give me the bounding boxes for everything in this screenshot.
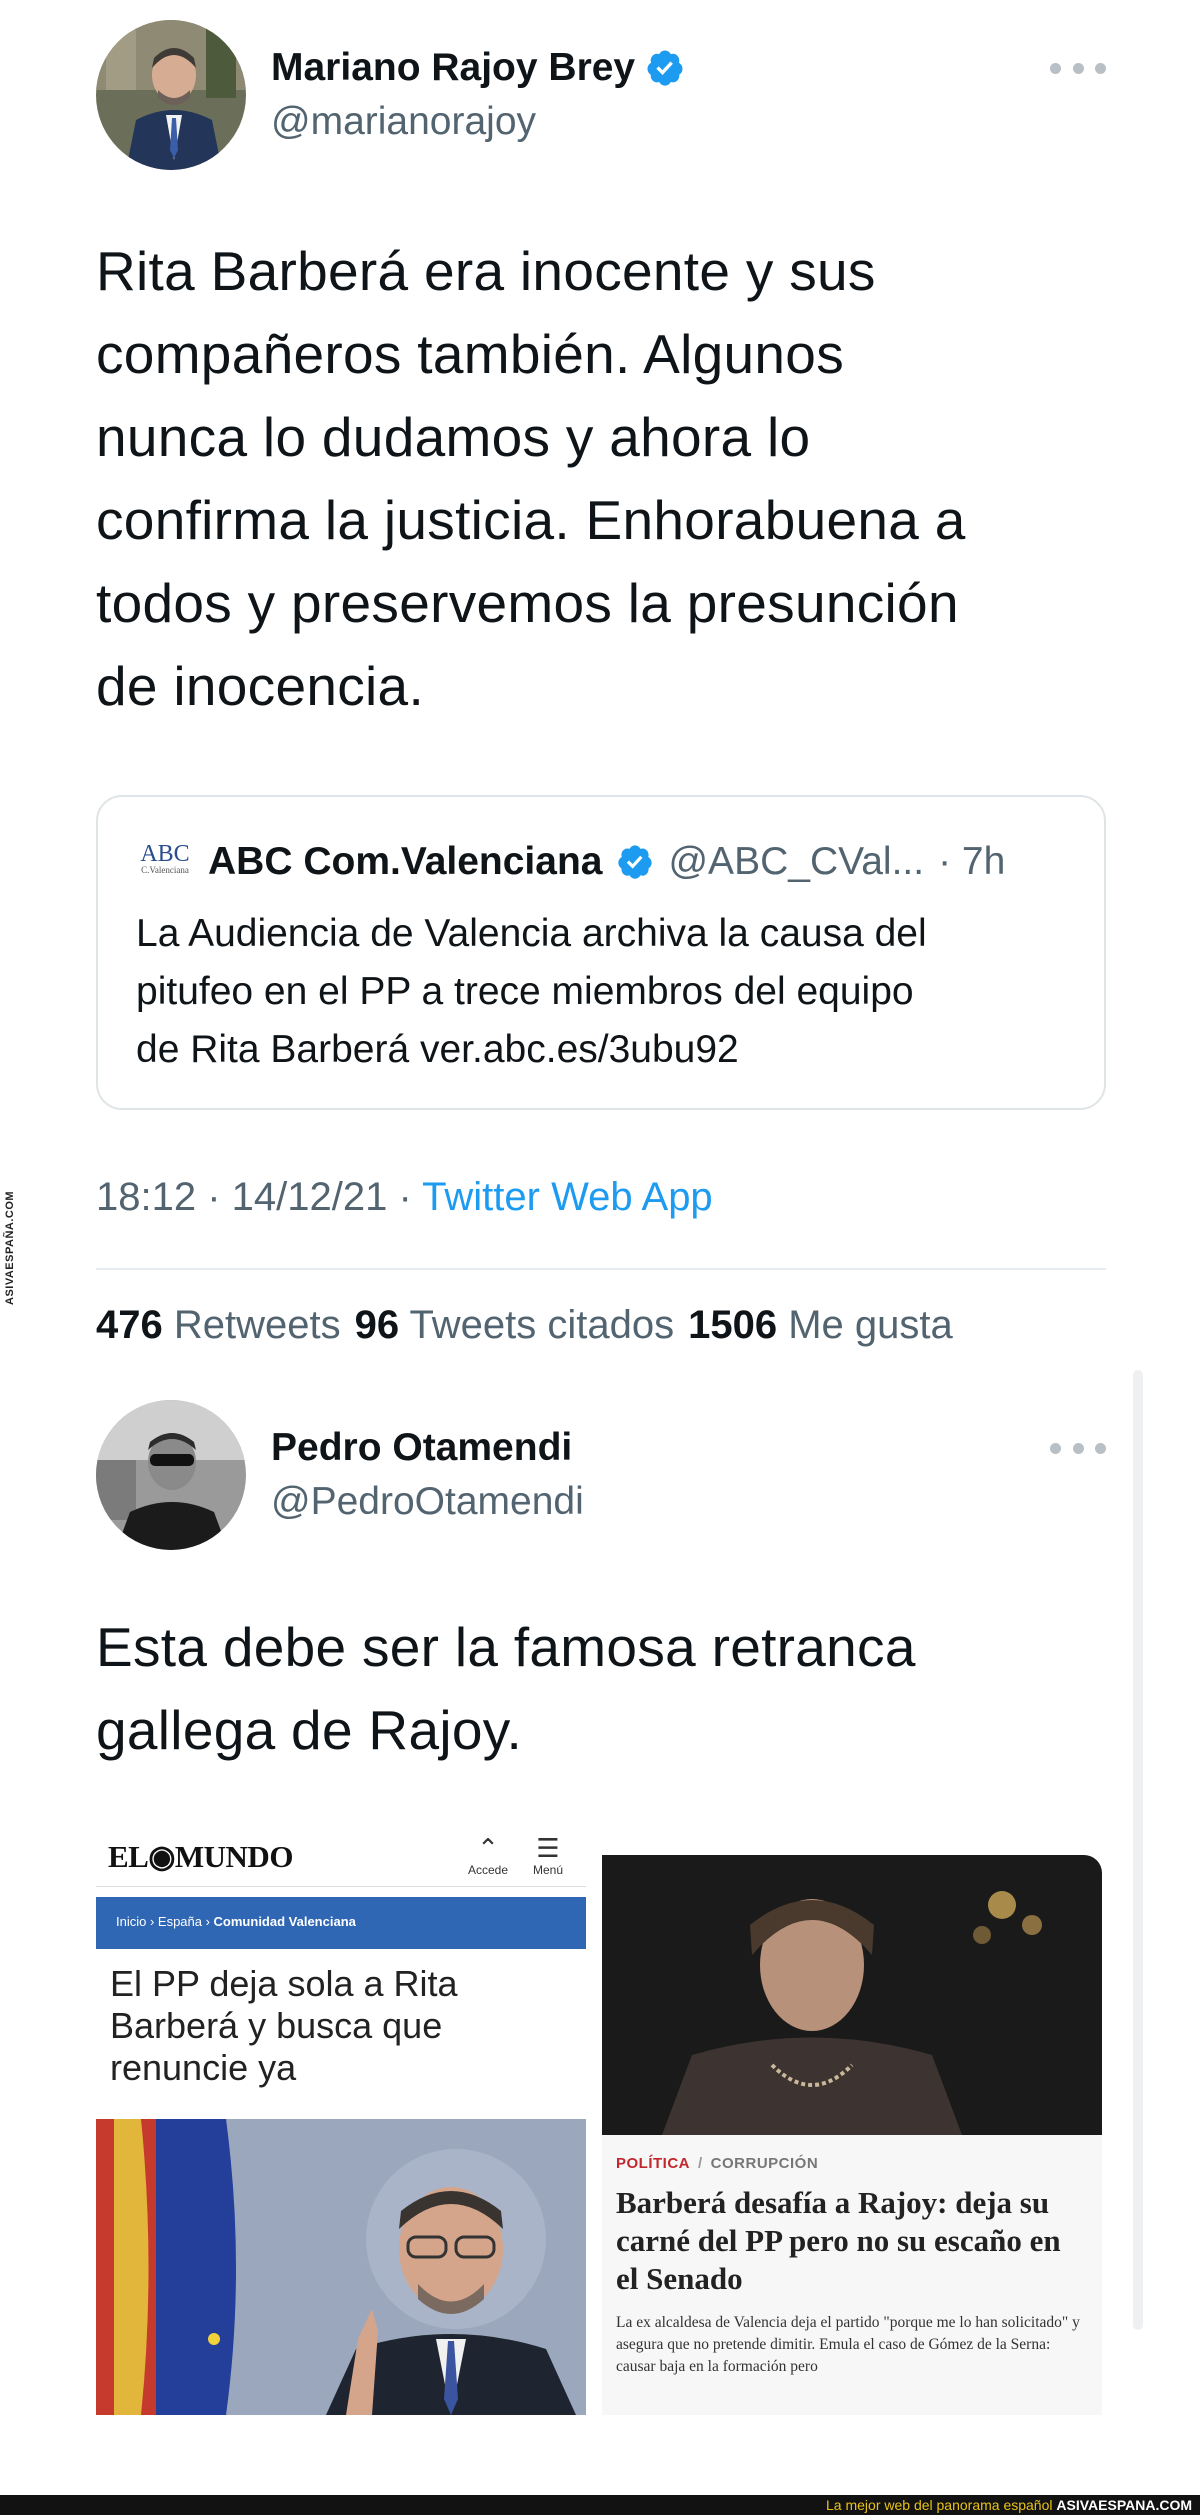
more-icon[interactable] [1050,58,1106,78]
author-name-text: Pedro Otamendi [271,1426,573,1469]
tweet-source-link[interactable]: Twitter Web App [422,1175,713,1219]
likes-stat[interactable]: 1506 Me gusta [688,1303,953,1348]
article-lede: La ex alcaldesa de Valencia deja el part… [616,2314,1080,2375]
verified-badge-icon [618,845,653,879]
elmundo-header: EL◉MUNDO ⌃ Accede ☰ Menú [96,1825,586,1887]
quoted-text-line: de Rita Barberá ver.abc.es/3ubu92 [136,1028,739,1071]
author-name[interactable]: Pedro Otamendi [271,1426,572,1470]
elmundo-logo: EL◉MUNDO [108,1839,293,1874]
tweet-meta: 18:12 · 14/12/21 · Twitter Web App [96,1175,713,1220]
author-name[interactable]: Mariano Rajoy Brey [271,46,685,90]
tweet-text-line: de inocencia. [96,655,425,717]
tweet-text-line: confirma la justicia. Enhorabuena a [96,489,966,551]
quotes-stat[interactable]: 96 Tweets citados [355,1303,674,1348]
divider [96,1268,1106,1270]
tweet-text-line: compañeros también. Algunos [96,323,844,385]
tweet-text: Rita Barberá era inocente y sus compañer… [96,230,1106,728]
author-handle[interactable]: @PedroOtamendi [271,1480,584,1524]
quoted-author-name[interactable]: ABC Com.Valenciana [208,840,602,884]
verified-badge-icon [647,50,683,86]
tweet-text-line: todos y preservemos la presunción [96,572,959,634]
avatar[interactable] [96,20,246,170]
more-icon[interactable] [1050,1438,1106,1458]
tweet-text-line: Rita Barberá era inocente y sus [96,240,876,302]
side-watermark: ASIVAESPAÑA.COM [4,1190,16,1305]
quoted-tweet-card[interactable]: ABC C.Valenciana ABC Com.Valenciana @ABC… [96,795,1106,1110]
media-elmundo[interactable]: EL◉MUNDO ⌃ Accede ☰ Menú Inicio › España ›… [96,1825,586,2415]
tweet-rajoy[interactable]: Mariano Rajoy Brey @marianorajoy Rita Ba… [96,0,1106,1347]
tweet-header: Pedro Otamendi @PedroOtamendi [96,1378,1106,1550]
tweet-timestamp[interactable]: 18:12 · 14/12/21 · [96,1175,422,1219]
barbera-article-body: POLÍTICA / CORRUPCIÓN Barberá desafía a Ra… [602,2135,1102,2415]
author-handle[interactable]: @marianorajoy [271,100,536,144]
barbera-photo [602,1855,1102,2135]
avatar[interactable] [96,1400,246,1550]
rajoy-photo [96,2119,586,2415]
elmundo-breadcrumb: Inicio › España › Comunidad Valenciana [96,1897,586,1949]
quoted-author-handle[interactable]: @ABC_CVal... [668,840,924,884]
quoted-tweet-header: ABC C.Valenciana ABC Com.Valenciana @ABC… [136,835,1066,889]
media-barbera-article[interactable]: POLÍTICA / CORRUPCIÓN Barberá desafía a Ra… [602,1855,1102,2415]
article-title: Barberá desafía a Rajoy: deja su carné d… [616,2185,1061,2296]
tweet-otamendi[interactable]: Pedro Otamendi @PedroOtamendi Esta debe … [96,1378,1106,2488]
quoted-time: · 7h [938,840,1006,883]
author-name-text: Mariano Rajoy Brey [271,46,636,89]
tweet-header: Mariano Rajoy Brey @marianorajoy [96,0,1106,170]
tweet-stats: 476 Retweets 96 Tweets citados 1506 Me g… [96,1303,953,1348]
scrollbar[interactable] [1133,1370,1143,2330]
abc-logo: ABC C.Valenciana [140,841,190,875]
article-category: POLÍTICA / CORRUPCIÓN [616,2155,819,2172]
tweet-text: Esta debe ser la famosa retranca gallega… [96,1606,1106,1772]
tweet-text-line: Esta debe ser la famosa retranca [96,1616,916,1678]
retweets-stat[interactable]: 476 Retweets [96,1303,341,1348]
tweet-text-line: nunca lo dudamos y ahora lo [96,406,811,468]
bottom-watermark: La mejor web del panorama español ASIVAE… [0,2495,1200,2515]
tweet-media[interactable]: EL◉MUNDO ⌃ Accede ☰ Menú Inicio › España ›… [96,1825,1106,2415]
menu-icon[interactable]: ☰ Menú [518,1833,578,1877]
elmundo-headline: El PP deja sola a Rita Barberá y busca q… [110,1963,458,2088]
quoted-text-line: pitufeo en el PP a trece miembros del eq… [136,970,914,1013]
tweet-text-line: gallega de Rajoy. [96,1699,523,1761]
quoted-text-line: La Audiencia de Valencia archiva la caus… [136,912,927,955]
quoted-tweet-text: La Audiencia de Valencia archiva la caus… [136,905,1066,1079]
search-access-icon[interactable]: ⌃ Accede [458,1833,518,1877]
